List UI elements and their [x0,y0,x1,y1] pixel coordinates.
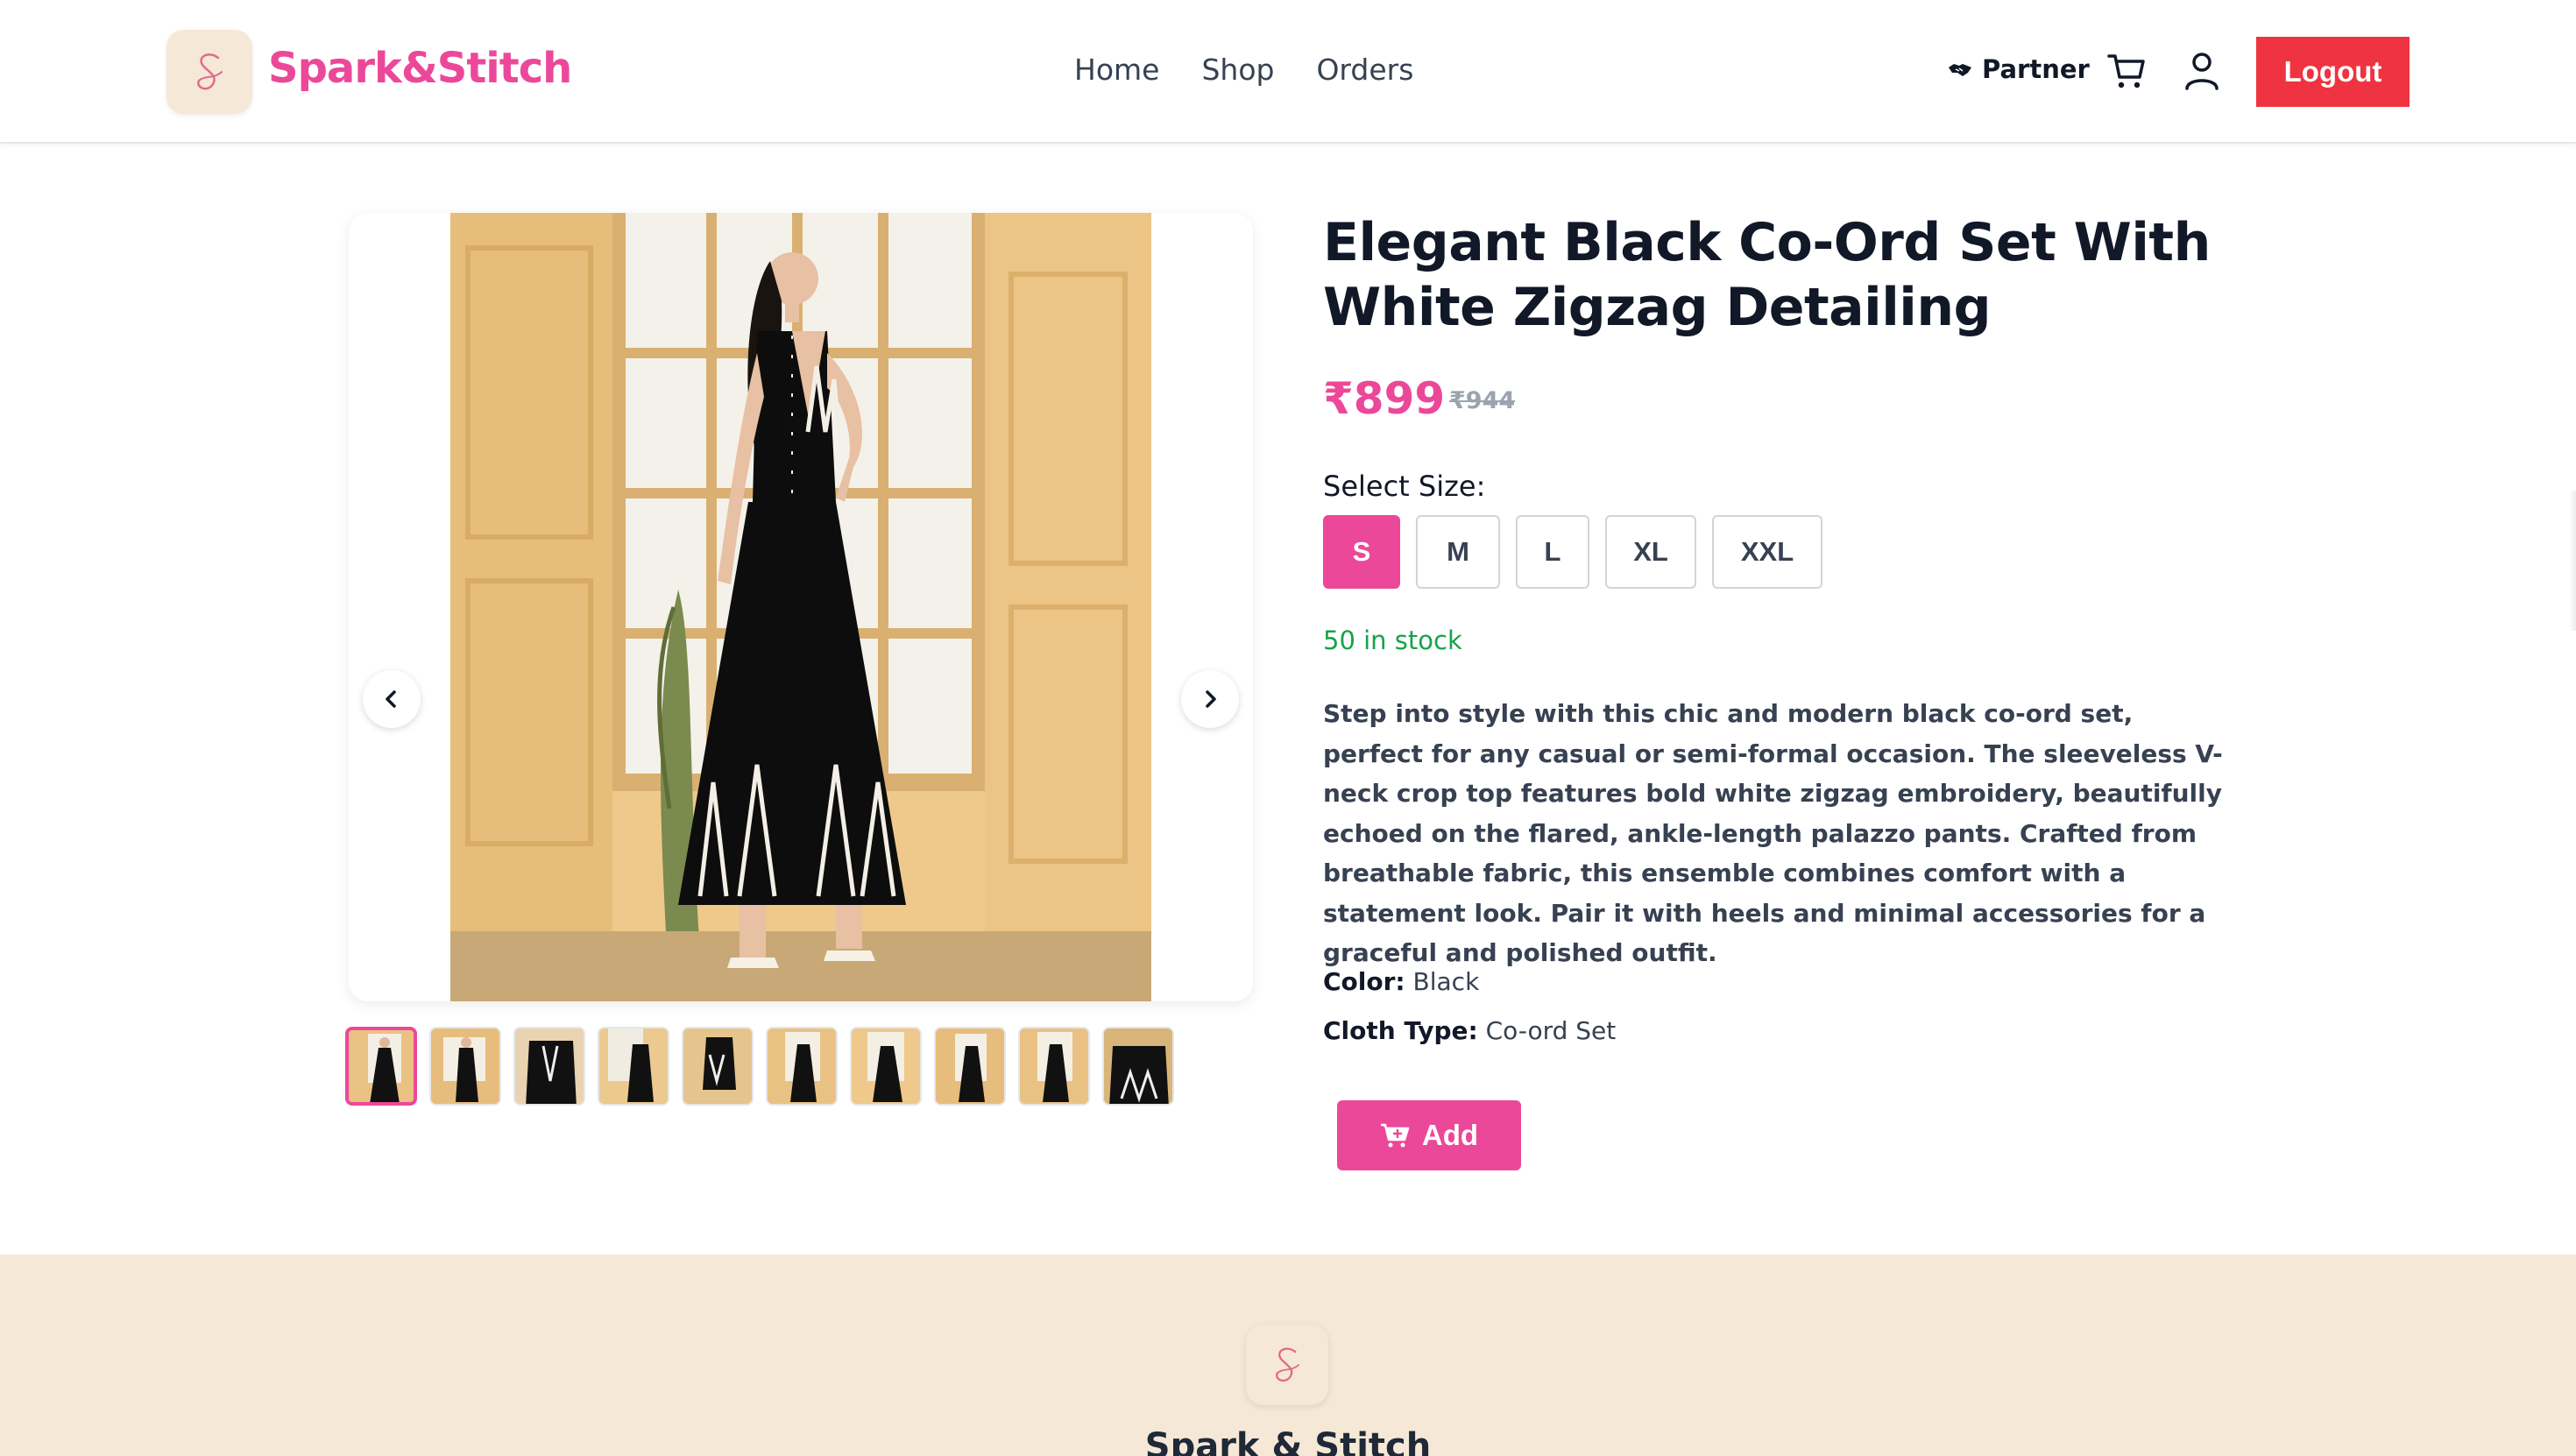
product-image-carousel [349,213,1253,1001]
edge-shadow [2569,491,2576,631]
thumbnail[interactable] [513,1027,585,1106]
logo-s-icon [197,53,223,90]
product-title: Elegant Black Co-Ord Set With White Zigz… [1323,212,2211,338]
product-color: Color: Black [1323,967,1479,996]
size-option-xxl[interactable]: XXL [1712,515,1822,589]
thumbnail[interactable] [682,1027,754,1106]
handshake-icon [1949,64,1971,76]
thumbnail-image [852,1028,920,1104]
thumbnail[interactable] [1018,1027,1090,1106]
logo-s-icon [1276,1347,1299,1382]
logout-button[interactable]: Logout [2256,37,2410,107]
add-button-label: Add [1421,1119,1479,1151]
thumbnail[interactable] [345,1027,417,1106]
chevron-left-icon [386,690,396,708]
thumbnail-image [599,1028,668,1104]
color-value: Black [1412,967,1480,996]
cart-icon[interactable] [2106,51,2147,91]
next-image-button[interactable] [1181,670,1239,728]
thumbnail[interactable] [850,1027,922,1106]
thumbnail[interactable] [766,1027,838,1106]
thumbnail[interactable] [429,1027,501,1106]
cloth-type-value: Co-ord Set [1485,1016,1617,1045]
main-nav: Home Shop Orders [1074,53,1413,87]
size-option-m[interactable]: M [1416,515,1500,589]
chevron-right-icon [1206,690,1216,708]
brand-name[interactable]: Spark&Stitch [268,44,572,93]
logo[interactable] [166,30,252,114]
product-cloth-type: Cloth Type: Co-ord Set [1323,1016,1616,1045]
nav-home[interactable]: Home [1074,53,1159,87]
cart-plus-icon [1380,1123,1410,1148]
thumbnail[interactable] [1102,1027,1174,1106]
product-old-price: ₹944 [1449,387,1516,414]
thumbnail-strip [345,1027,1174,1106]
stock-status: 50 in stock [1323,626,1462,655]
user-icon[interactable] [2183,51,2220,91]
size-option-xl[interactable]: XL [1605,515,1696,589]
thumbnail-image [936,1028,1004,1104]
size-option-s[interactable]: S [1323,515,1400,589]
footer-logo [1246,1325,1328,1405]
add-to-cart-button[interactable]: Add [1337,1100,1521,1170]
thumbnail-image [515,1028,584,1104]
thumbnail-image [1104,1028,1172,1104]
product-description: Step into style with this chic and moder… [1323,699,2223,967]
footer-brand: Spark & Stitch [1144,1426,1432,1456]
size-label: Select Size: [1323,470,1486,503]
thumbnail-image [349,1030,414,1102]
navbar: Spark&Stitch Home Shop Orders Partner Lo… [0,0,2576,144]
product-photo-art [450,213,1151,1001]
size-selector: S M L XL XXL [1323,515,1822,589]
nav-orders[interactable]: Orders [1316,53,1413,87]
thumbnail[interactable] [934,1027,1006,1106]
product-photo [450,213,1151,1001]
partner-link[interactable]: Partner [1947,54,2090,84]
color-label: Color: [1323,967,1405,996]
thumbnail-image [768,1028,836,1104]
partner-label: Partner [1982,54,2090,84]
nav-shop[interactable]: Shop [1201,53,1274,87]
thumbnail-image [683,1028,752,1104]
thumbnail-image [1020,1028,1088,1104]
thumbnail-image [431,1028,499,1104]
prev-image-button[interactable] [363,670,421,728]
cloth-type-label: Cloth Type: [1323,1016,1478,1045]
thumbnail[interactable] [598,1027,669,1106]
product-price: ₹899 [1323,373,1446,424]
footer: Spark & Stitch [0,1255,2576,1456]
size-option-l[interactable]: L [1516,515,1589,589]
